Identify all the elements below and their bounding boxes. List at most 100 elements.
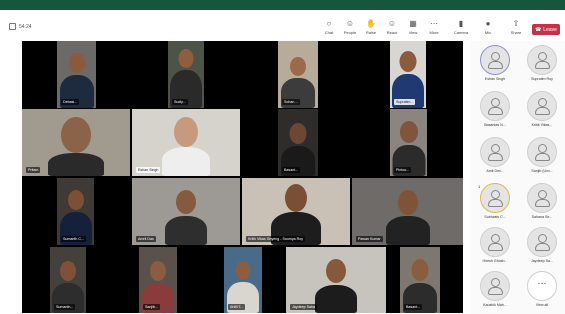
participant-face [326, 259, 346, 283]
raise-hand-button[interactable]: ✋ Raise [360, 19, 382, 35]
video-tile[interactable]: Sohan ... [278, 41, 318, 108]
participant-name: Basantas N... [484, 123, 506, 127]
participant-body [162, 147, 210, 176]
participant-name: Jaydeep Sa... [531, 259, 553, 263]
share-button[interactable]: ⇧ Share [505, 19, 527, 35]
camera-button[interactable]: ▮ Camera [450, 19, 472, 35]
video-tile[interactable]: Sumanth... [50, 247, 86, 313]
person-icon [491, 278, 500, 287]
participant-body [385, 216, 430, 245]
participant-face [174, 117, 198, 147]
meeting-timer: 54:24 [9, 23, 32, 30]
participant-name: Sanjib (Unv... [531, 169, 553, 173]
participant-card[interactable]: Subhasis C... [475, 183, 515, 219]
video-tile[interactable]: Basant... [400, 247, 440, 313]
avatar [480, 271, 510, 301]
avatar [480, 183, 510, 213]
tile-name-label: Pawan Kumar [356, 236, 383, 242]
avatar [527, 227, 557, 257]
meeting-info-icon[interactable] [9, 23, 16, 30]
share-icon: ⇧ [512, 19, 520, 28]
avatar [480, 45, 510, 75]
participant-face [285, 184, 307, 212]
avatar [527, 183, 557, 213]
video-tile[interactable]: Pritam [22, 109, 130, 176]
avatar [527, 91, 557, 121]
person-icon [538, 190, 547, 199]
video-tile[interactable]: Debasi... [57, 41, 96, 108]
participant-body [48, 153, 104, 176]
video-tile[interactable]: ANKIT... [224, 247, 262, 313]
raised-hand-count: 1 [478, 184, 481, 189]
video-grid: Debasi... Sudip... Sohan ... Supratim...… [22, 41, 463, 313]
video-tile[interactable]: Basant... [278, 109, 318, 176]
participant-face [399, 121, 418, 143]
tile-name-label: Debasi... [61, 99, 80, 105]
tile-name-label: Sumanth C... [61, 236, 86, 242]
participant-face [289, 123, 307, 144]
video-tile[interactable]: Sumanth C... [57, 178, 94, 245]
participant-name: Kaushik Mah... [483, 303, 507, 307]
participant-card[interactable]: Amit Dev... [475, 137, 515, 173]
tile-name-label: Kritik Vikas Ghyeng - Soumya Roy [246, 236, 306, 242]
phone-icon: ☎ [535, 26, 542, 33]
tile-name-label: Basant... [404, 304, 423, 310]
video-tile[interactable]: Amrit Das [132, 178, 240, 245]
person-icon [538, 144, 547, 153]
participant-card[interactable]: Supratim Roy [522, 45, 562, 81]
participant-name: Kritik Vikas... [531, 123, 553, 127]
view-button[interactable]: ▦ View [402, 19, 424, 35]
person-icon [491, 52, 500, 61]
mic-icon: ● [485, 19, 491, 28]
participant-face [178, 49, 194, 68]
participant-body [165, 216, 207, 245]
video-tile[interactable]: Eshan Singh [132, 109, 240, 176]
participant-card[interactable]: Basantas N... [475, 91, 515, 127]
video-tile[interactable]: Jaydeep Saha [286, 247, 386, 313]
participant-card[interactable]: Jaydeep Sa... [522, 227, 562, 263]
video-tile[interactable]: Kritik Vikas Ghyeng - Soumya Roy [242, 178, 350, 245]
video-tile[interactable]: Sanjib... [139, 247, 177, 313]
video-tile[interactable]: Sudip... [168, 41, 204, 108]
chat-icon: ○ [326, 19, 332, 28]
more-icon: ⋯ [430, 19, 438, 28]
tile-name-label: Basant... [282, 167, 301, 173]
react-button[interactable]: ☺ React [381, 19, 403, 35]
video-tile[interactable]: Supratim... [390, 41, 426, 108]
tile-name-label: Jaydeep Saha [290, 304, 317, 310]
participant-card[interactable]: Hiresh Ghosh... [475, 227, 515, 263]
view-icon: ▦ [409, 19, 417, 28]
participant-card[interactable]: Kaushik Mah... [475, 271, 515, 307]
participant-face [176, 190, 196, 214]
person-icon [491, 98, 500, 107]
participant-name: Amit Dev... [486, 169, 504, 173]
participant-body [315, 285, 357, 313]
participant-name: Sahana Se... [531, 215, 553, 219]
tile-name-label: Sohan ... [282, 99, 301, 105]
tile-name-label: Supratim... [394, 99, 416, 105]
participant-card[interactable]: Eshan Singh [475, 45, 515, 81]
participant-name: Hiresh Ghosh... [482, 259, 508, 263]
video-tile[interactable]: Pintoo... [390, 109, 427, 176]
mic-button[interactable]: ● Mic [477, 19, 499, 35]
participant-face [68, 53, 85, 73]
tile-name-label: Pritam [26, 167, 41, 173]
react-icon: ☺ [387, 19, 397, 28]
video-tile[interactable]: Pawan Kumar [352, 178, 463, 245]
tile-name-label: ANKIT... [228, 304, 246, 310]
people-button[interactable]: ☺ People [339, 19, 361, 35]
timer-text: 54:24 [19, 23, 32, 30]
participant-card[interactable]: Sanjib (Unv... [522, 137, 562, 173]
participant-card[interactable]: Kritik Vikas... [522, 91, 562, 127]
participant-name: Supratim Roy [531, 77, 553, 81]
participant-card[interactable]: Sahana Se... [522, 183, 562, 219]
participant-face [235, 261, 251, 280]
person-icon [491, 190, 500, 199]
person-icon [491, 144, 500, 153]
leave-button[interactable]: ☎ Leave [532, 24, 560, 35]
avatar [480, 91, 510, 121]
participant-face [397, 190, 418, 215]
more-button[interactable]: ⋯ More [423, 19, 445, 35]
chat-button[interactable]: ○ Chat [318, 19, 340, 35]
view-all-button[interactable]: ⋯ View all [522, 271, 562, 307]
